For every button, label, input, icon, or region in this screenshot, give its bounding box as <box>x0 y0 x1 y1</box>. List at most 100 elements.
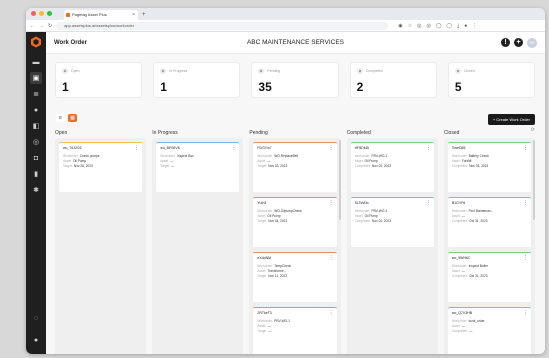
inbox-icon[interactable]: ▬ <box>30 56 42 68</box>
more-options-icon[interactable]: ⋮ <box>231 145 236 151</box>
card-field-value: WO-ReplaceBelt <box>274 154 298 158</box>
chart-icon[interactable]: ▮ <box>30 168 42 180</box>
sidebar-bottom: ◌ ● <box>30 310 42 348</box>
card-field-label: Asset <box>257 214 266 218</box>
list-view-button[interactable]: ≡ <box>56 114 65 122</box>
column-scrollbar[interactable] <box>338 140 341 220</box>
work-order-card[interactable]: wo_Q7V3HB ⋮ Workorder work_order Asset — Compl… <box>447 307 532 354</box>
forward-icon[interactable]: → <box>39 23 44 29</box>
column-body: FDGYw7 ⋮ Workorder WO-ReplaceBelt Asset — Targ… <box>249 138 341 354</box>
new-tab-icon[interactable]: + <box>142 10 146 20</box>
card-field-value: — <box>267 324 271 328</box>
maximize-window-dot[interactable] <box>47 11 52 16</box>
browser-tab[interactable]: Pagetag Asset Plus × <box>64 10 138 20</box>
lock-icon[interactable]: ◘ <box>30 152 42 164</box>
stat-card[interactable]: Completed 2 <box>349 62 437 98</box>
more-options-icon[interactable]: ⋮ <box>329 310 334 316</box>
info-icon[interactable]: ● <box>30 334 42 346</box>
logo-icon[interactable] <box>30 36 42 48</box>
close-window-dot[interactable] <box>31 11 36 16</box>
stat-icon <box>62 68 68 74</box>
work-order-card[interactable]: TcseD85 ⋮ Workorder Battery Check Asset Forkl… <box>447 142 532 192</box>
card-field-label: Asset <box>451 324 460 328</box>
address-bar[interactable]: app.assetsplus.ai/assetsplus/workorder <box>56 21 389 30</box>
extension-icon[interactable]: ◯ <box>446 23 452 29</box>
stat-header: Completed <box>356 68 430 74</box>
work-order-card[interactable]: SLTsM3c ⋮ Workorder PRV-WO-1 Asset Oil Pump Co… <box>350 197 434 247</box>
extension-icon[interactable]: ◎ <box>417 23 421 29</box>
minimize-window-dot[interactable] <box>39 11 44 16</box>
work-order-card[interactable]: YuIn3 ⋮ Workorder WO-OilpumpCheck Asset Oil P… <box>253 197 337 247</box>
board-view-button[interactable]: ▦ <box>68 114 77 122</box>
more-options-icon[interactable]: ⋮ <box>426 200 431 206</box>
work-order-id: wo_9WH6C <box>451 256 471 260</box>
stat-card[interactable]: In Progress 1 <box>153 62 241 98</box>
card-field-label: Target <box>257 164 267 168</box>
card-field: Target — <box>257 329 332 334</box>
notification-icon[interactable]: ! <box>501 38 510 47</box>
more-options-icon[interactable]: ⋮ <box>523 145 528 151</box>
profile-icon[interactable]: ● <box>464 23 467 29</box>
stat-icon <box>454 68 461 74</box>
card-field-value: PRV-WO-1 <box>371 154 388 158</box>
more-options-icon[interactable]: ⋮ <box>329 255 334 261</box>
browser-window: Pagetag Asset Plus × + ← → ↻ app.assetsp… <box>26 8 545 354</box>
list-icon[interactable]: ≣ <box>30 88 42 100</box>
back-icon[interactable]: ← <box>30 23 35 29</box>
column-progress: In Progress wo_BFS6V6 ⋮ Workorder Inspect Bo… <box>152 128 244 354</box>
stat-card[interactable]: Pending 35 <box>251 62 339 98</box>
work-order-card[interactable]: wo_76J2C6 ⋮ Workorder Check pumps Asset Oil P… <box>59 142 143 192</box>
extension-icon[interactable]: ◎ <box>426 23 430 29</box>
card-field-label: Asset <box>451 214 460 218</box>
work-order-card[interactable]: HF8DMA ⋮ Workorder PRV-WO-1 Asset Oil Pump Com… <box>350 142 434 192</box>
card-field-value: Oil Pump <box>364 214 378 218</box>
dashboard-icon[interactable]: ▣ <box>30 72 42 84</box>
search-icon[interactable]: ◎ <box>30 136 42 148</box>
add-icon[interactable]: + <box>514 38 523 47</box>
more-options-icon[interactable]: ⋮ <box>523 255 528 261</box>
card-field-label: Asset <box>160 159 169 163</box>
more-options-icon[interactable]: ⋮ <box>523 200 528 206</box>
download-icon[interactable]: ⤓ <box>457 23 459 29</box>
more-options-icon[interactable]: ⋮ <box>134 145 139 151</box>
chat-icon[interactable]: ◧ <box>30 120 42 132</box>
work-order-card[interactable]: B1GYF6 ⋮ Workorder Find Maintenan... Asset — C… <box>447 197 532 247</box>
work-order-card[interactable]: eXdoNM ⋮ Workorder TempCheck Asset Transforme… <box>253 252 337 302</box>
avatar[interactable]: SK <box>527 37 537 48</box>
card-field-label: Asset <box>257 269 266 273</box>
column-scrollbar[interactable] <box>533 140 536 220</box>
reload-icon[interactable]: ↻ <box>48 23 52 29</box>
more-options-icon[interactable]: ⋮ <box>329 200 334 206</box>
stat-header: In Progress <box>160 68 233 74</box>
work-order-card[interactable]: FDGYw7 ⋮ Workorder WO-ReplaceBelt Asset — Targ… <box>253 142 337 192</box>
extension-icon[interactable]: ◯ <box>436 23 442 29</box>
column-completed: Completed HF8DMA ⋮ Workorder PRV-WO-1 Asset Oi… <box>346 128 438 354</box>
work-order-card[interactable]: 2RTkeT3 ⋮ Workorder PRV-WO-1 Asset — Target — <box>253 307 337 354</box>
star-icon[interactable]: ☆ <box>408 23 412 29</box>
card-field-value: — <box>461 214 465 218</box>
extension-icon[interactable]: ◉ <box>398 23 402 29</box>
stat-label: Completed <box>365 69 383 73</box>
create-work-order-button[interactable]: + Create Work Order <box>487 114 535 125</box>
card-field-value: PRV-WO-1 <box>274 319 290 323</box>
card-field-value: — <box>267 159 271 163</box>
stat-card[interactable]: Closed 5 <box>447 62 536 98</box>
tab-close-icon[interactable]: × <box>132 10 135 20</box>
card-field: Completed Nov 03, 2023 <box>452 164 527 169</box>
stat-label: Pending <box>267 69 281 73</box>
card-field-value: Nov 03, 2023 <box>469 164 489 168</box>
more-options-icon[interactable]: ⋮ <box>426 145 431 151</box>
circle-icon[interactable]: ● <box>30 104 42 116</box>
column-body: HF8DMA ⋮ Workorder PRV-WO-1 Asset Oil Pump Com… <box>346 138 438 354</box>
work-order-card[interactable]: wo_9WH6C ⋮ Workorder Inspect Boiler Asset — Co… <box>447 252 532 302</box>
help-icon[interactable]: ◌ <box>30 312 42 324</box>
menu-icon[interactable]: ⋮ <box>472 23 477 29</box>
more-options-icon[interactable]: ⋮ <box>329 145 334 151</box>
main-content: Work Order ABC MAINTENANCE SERVICES ! + … <box>46 32 545 354</box>
app-header: Work Order ABC MAINTENANCE SERVICES ! + … <box>46 32 545 54</box>
settings-icon[interactable]: ✱ <box>30 184 42 196</box>
work-order-card[interactable]: wo_BFS6V6 ⋮ Workorder Inspect Box Asset — Targ… <box>156 142 240 192</box>
card-field-value: Nov 28, 2023 <box>73 164 93 168</box>
stat-card[interactable]: Open 1 <box>55 62 143 98</box>
more-options-icon[interactable]: ⋮ <box>523 310 528 316</box>
